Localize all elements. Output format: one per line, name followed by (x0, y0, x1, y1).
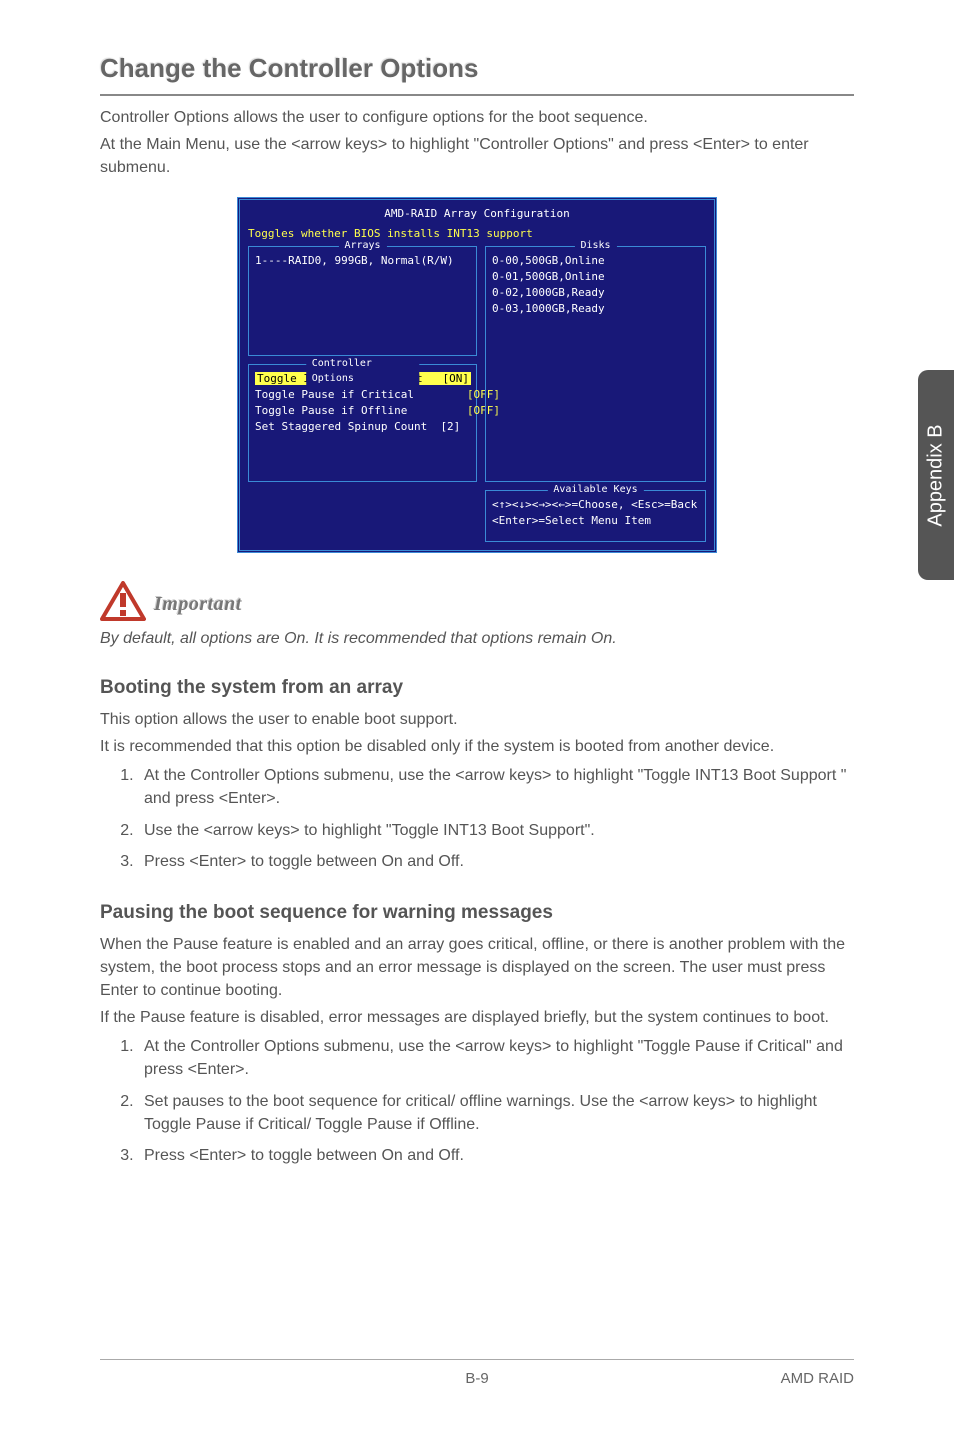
booting-steps: At the Controller Options submenu, use t… (100, 764, 854, 873)
bios-arrays-box: Arrays 1----RAID0, 999GB, Normal(R/W) (248, 246, 477, 356)
bios-disks-title: Disks (574, 239, 616, 254)
pausing-p2: If the Pause feature is disabled, error … (100, 1006, 854, 1029)
list-item: At the Controller Options submenu, use t… (138, 764, 854, 810)
bios-arrays-title: Arrays (338, 239, 386, 254)
bios-keys-line-2: <Enter>=Select Menu Item (492, 513, 699, 529)
intro-paragraph-2: At the Main Menu, use the <arrow keys> t… (100, 133, 854, 179)
bios-disk-3: 0-03,1000GB,Ready (492, 301, 699, 317)
appendix-tab-label: Appendix B (922, 424, 951, 526)
pausing-steps: At the Controller Options submenu, use t… (100, 1035, 854, 1167)
warning-icon (100, 581, 146, 621)
bios-status-line: Toggles whether BIOS installs INT13 supp… (248, 226, 706, 242)
bios-ctrl-title: Controller Options (306, 357, 420, 386)
bios-disk-2: 0-02,1000GB,Ready (492, 285, 699, 301)
booting-p1: This option allows the user to enable bo… (100, 708, 854, 731)
bios-disk-0: 0-00,500GB,Online (492, 253, 699, 269)
list-item: Press <Enter> to toggle between On and O… (138, 1144, 854, 1167)
list-item: Press <Enter> to toggle between On and O… (138, 850, 854, 873)
pausing-heading: Pausing the boot sequence for warning me… (100, 899, 854, 927)
bios-ctrl-row-1: Toggle Pause if Critical [OFF] (255, 387, 470, 403)
bios-keys-box: Available Keys <↑><↓><→><←>=Choose, <Esc… (485, 490, 706, 542)
booting-heading: Booting the system from an array (100, 674, 854, 702)
bios-disk-1: 0-01,500GB,Online (492, 269, 699, 285)
list-item: At the Controller Options submenu, use t… (138, 1035, 854, 1081)
bios-controller-options-box: Controller Options Toggle INT13 Boot Sup… (248, 364, 477, 482)
pausing-p1: When the Pause feature is enabled and an… (100, 933, 854, 1003)
footer-right: AMD RAID (781, 1368, 854, 1390)
appendix-tab: Appendix B (918, 370, 954, 580)
page-title: Change the Controller Options (100, 50, 854, 96)
bios-ctrl-row-2: Toggle Pause if Offline [OFF] (255, 403, 470, 419)
list-item: Use the <arrow keys> to highlight "Toggl… (138, 819, 854, 842)
important-text: By default, all options are On. It is re… (100, 627, 854, 650)
bios-arrays-line: 1----RAID0, 999GB, Normal(R/W) (255, 253, 470, 269)
list-item: Set pauses to the boot sequence for crit… (138, 1090, 854, 1136)
bios-header: AMD-RAID Array Configuration (248, 206, 706, 222)
bios-screenshot: AMD-RAID Array Configuration Toggles whe… (237, 197, 717, 553)
page-number: B-9 (465, 1368, 488, 1390)
bios-keys-line-1: <↑><↓><→><←>=Choose, <Esc>=Back (492, 497, 699, 513)
intro-paragraph-1: Controller Options allows the user to co… (100, 106, 854, 129)
important-label: Important (154, 590, 242, 621)
page-footer: B-9 AMD RAID (100, 1359, 854, 1390)
booting-p2: It is recommended that this option be di… (100, 735, 854, 758)
bios-keys-title: Available Keys (547, 483, 643, 498)
bios-ctrl-row-3: Set Staggered Spinup Count [2] (255, 419, 470, 435)
bios-disks-box: Disks 0-00,500GB,Online 0-01,500GB,Onlin… (485, 246, 706, 482)
